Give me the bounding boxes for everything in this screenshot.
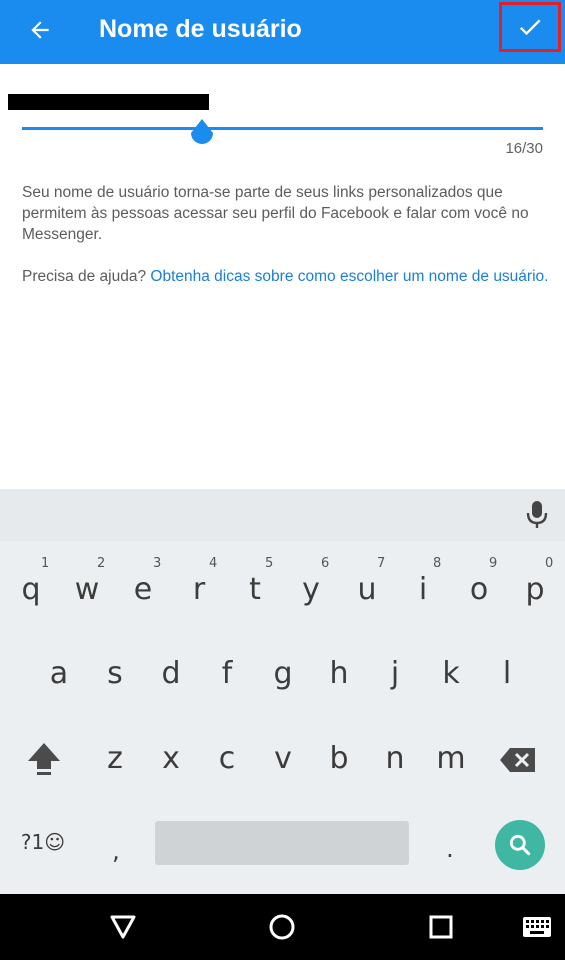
microphone-icon: [526, 501, 548, 528]
space-key[interactable]: [155, 821, 409, 865]
key-g[interactable]: g: [263, 652, 303, 696]
key-o[interactable]: o: [459, 568, 499, 612]
keyboard-suggestion-bar: [0, 489, 565, 541]
key-k[interactable]: k: [431, 652, 471, 696]
system-navigation-bar: [0, 894, 565, 960]
key-z[interactable]: z: [95, 737, 135, 781]
voice-input-button[interactable]: [523, 499, 551, 531]
character-counter: 16/30: [505, 140, 543, 157]
key-b[interactable]: b: [319, 737, 359, 781]
key-a[interactable]: a: [39, 652, 79, 696]
help-section: Precisa de ajuda? Obtenha dicas sobre co…: [22, 266, 552, 287]
key-p[interactable]: p: [515, 568, 555, 612]
key-y[interactable]: y: [291, 568, 331, 612]
symbols-key[interactable]: ?1☺: [8, 820, 78, 864]
key-hint-i: 8: [433, 556, 442, 571]
key-hint-o: 9: [489, 556, 498, 571]
text-cursor-handle-icon[interactable]: [188, 117, 216, 151]
backspace-key[interactable]: [496, 745, 540, 785]
triangle-back-icon: [110, 915, 136, 939]
circle-home-icon: [269, 914, 295, 940]
key-hint-w: 2: [97, 556, 106, 571]
key-h[interactable]: h: [319, 652, 359, 696]
nav-keyboard-switch-button[interactable]: [520, 910, 554, 944]
username-description: Seu nome de usuário torna-se parte de se…: [22, 184, 529, 243]
check-icon: [519, 19, 541, 36]
key-d[interactable]: d: [151, 652, 191, 696]
key-l[interactable]: l: [487, 652, 527, 696]
key-f[interactable]: f: [207, 652, 247, 696]
square-recents-icon: [429, 915, 453, 939]
search-key[interactable]: [495, 820, 545, 870]
period-key[interactable]: .: [430, 829, 470, 869]
key-v[interactable]: v: [263, 737, 303, 781]
key-u[interactable]: u: [347, 568, 387, 612]
key-c[interactable]: c: [207, 737, 247, 781]
key-hint-y: 6: [321, 556, 330, 571]
comma-key[interactable]: ,: [96, 831, 136, 871]
key-e[interactable]: e: [123, 568, 163, 612]
tips-link[interactable]: Obtenha dicas sobre como escolher um nom…: [150, 268, 548, 285]
key-i[interactable]: i: [403, 568, 443, 612]
key-n[interactable]: n: [375, 737, 415, 781]
username-input[interactable]: [8, 94, 209, 110]
backspace-icon: [500, 748, 535, 772]
shift-key[interactable]: [24, 739, 64, 783]
key-hint-r: 4: [209, 556, 218, 571]
key-s[interactable]: s: [95, 652, 135, 696]
back-button[interactable]: [22, 12, 58, 48]
key-j[interactable]: j: [375, 652, 415, 696]
on-screen-keyboard: ?1☺ , . q1 w2 e3 r4 t5 y6 u7 i8 o9 p0 asdfghjkl zxc…: [0, 541, 565, 894]
key-x[interactable]: x: [151, 737, 191, 781]
key-w[interactable]: w: [67, 568, 107, 612]
app-bar: Nome de usuário: [0, 0, 565, 64]
search-icon: [509, 834, 531, 856]
key-hint-u: 7: [377, 556, 386, 571]
key-hint-t: 5: [265, 556, 274, 571]
key-t[interactable]: t: [235, 568, 275, 612]
key-hint-q: 1: [41, 556, 50, 571]
nav-recents-button[interactable]: [424, 910, 458, 944]
arrow-left-icon: [31, 21, 49, 39]
keyboard-icon: [523, 917, 551, 937]
key-hint-e: 3: [153, 556, 162, 571]
nav-home-button[interactable]: [265, 910, 299, 944]
help-question: Precisa de ajuda?: [22, 268, 147, 285]
shift-arrow-icon: [28, 743, 60, 775]
key-r[interactable]: r: [179, 568, 219, 612]
page-title: Nome de usuário: [99, 15, 302, 43]
input-underline: [22, 127, 543, 130]
confirm-button[interactable]: [499, 2, 561, 52]
key-q[interactable]: q: [11, 568, 51, 612]
key-hint-p: 0: [545, 556, 554, 571]
key-m[interactable]: m: [431, 737, 471, 781]
nav-back-button[interactable]: [106, 910, 140, 944]
